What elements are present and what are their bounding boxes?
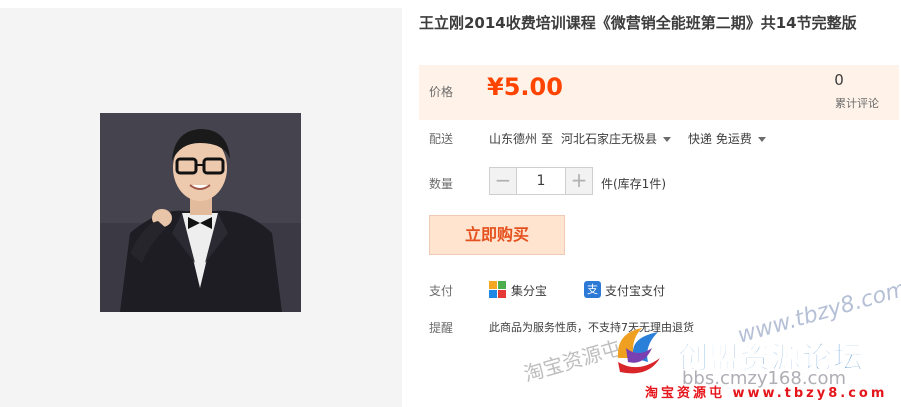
review-count[interactable]: 0 — [819, 71, 859, 89]
product-gallery — [0, 8, 402, 407]
shipping-method-select[interactable]: 快递 免运费 — [688, 130, 766, 147]
price-label: 价格 — [429, 85, 454, 99]
buy-now-button[interactable]: 立即购买 — [429, 215, 565, 255]
payment-label: 支付 — [429, 284, 454, 298]
price-panel: 价格 ¥5.00 0 累计评论 — [419, 65, 899, 120]
price-value: ¥5.00 — [487, 73, 563, 101]
forum-logo-icon — [608, 318, 670, 380]
decrease-button[interactable]: − — [490, 168, 516, 194]
destination-value: 河北石家庄无极县 — [561, 132, 658, 146]
quantity-input[interactable]: 1 — [516, 168, 566, 194]
product-title: 王立刚2014收费培训课程《微营销全能班第二期》共14节完整版 — [419, 14, 857, 32]
watermark-bottom-text: 淘宝资源屯 www.tbzy8.com — [645, 386, 888, 401]
quantity-stepper: − 1 + — [489, 167, 593, 195]
destination-select[interactable]: 河北石家庄无极县 — [561, 130, 672, 147]
shipping-label: 配送 — [429, 132, 454, 146]
presenter-portrait-image — [100, 113, 301, 312]
notice-label: 提醒 — [429, 321, 454, 335]
shipping-origin: 山东德州 — [489, 132, 538, 146]
shipping-to: 至 — [541, 132, 554, 146]
increase-button[interactable]: + — [566, 168, 592, 194]
stock-info: 件(库存1件) — [601, 177, 666, 191]
jifenbao-icon — [489, 281, 506, 298]
review-label[interactable]: 累计评论 — [835, 95, 879, 111]
payment-option-alipay[interactable]: 支付宝支付 — [605, 282, 665, 299]
payment-option-jifenbao[interactable]: 集分宝 — [511, 282, 547, 299]
product-photo[interactable] — [100, 113, 301, 312]
shipping-method-value: 快递 免运费 — [688, 132, 752, 146]
quantity-label: 数量 — [429, 177, 454, 191]
chevron-down-icon — [757, 137, 766, 142]
alipay-icon: 支 — [584, 281, 601, 298]
chevron-down-icon — [663, 137, 672, 142]
